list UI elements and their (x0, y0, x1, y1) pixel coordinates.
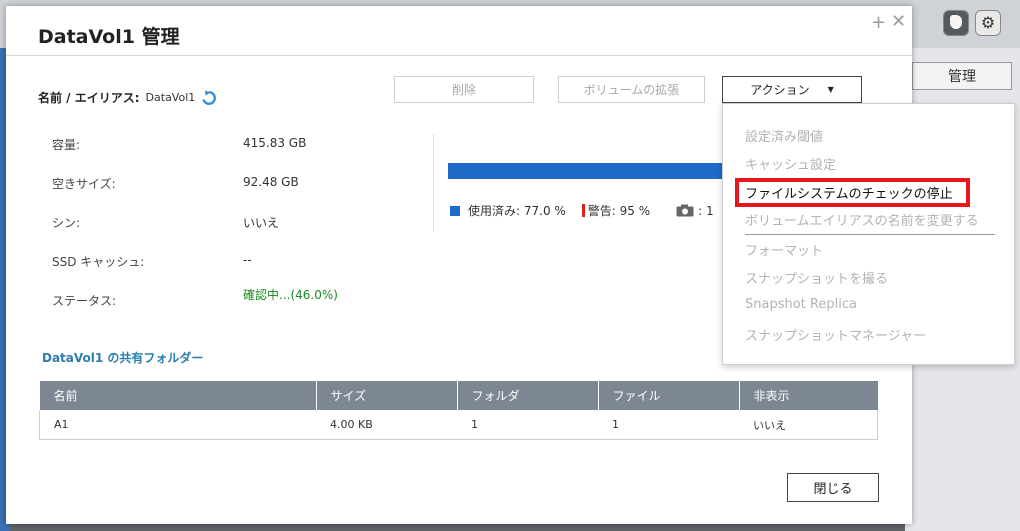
stats-divider (433, 134, 434, 232)
cell-files: 1 (598, 410, 739, 440)
menu-item-threshold[interactable]: 設定済み閾値 (745, 126, 823, 145)
ssd-cache-label: SSD キャッシュ: (52, 255, 145, 269)
used-swatch (450, 205, 460, 216)
column-folders[interactable]: フォルダ (457, 381, 599, 410)
cell-name: A1 (39, 410, 316, 440)
warning-legend-label: 警告: 95 % (587, 204, 651, 218)
background-manage-button[interactable]: 管理 (912, 62, 1012, 90)
snapshot-count: : 1 (698, 203, 714, 218)
menu-separator (745, 234, 995, 235)
thin-value: いいえ (243, 216, 280, 230)
ssd-cache-value: -- (243, 253, 252, 267)
chevron-down-icon: ▼ (827, 85, 834, 94)
used-legend-label: 使用済み: 77.0 % (468, 204, 566, 218)
shared-folder-title: DataVol1 の共有フォルダー (42, 351, 204, 365)
alias-value: DataVol1 (145, 91, 196, 104)
column-size[interactable]: サイズ (316, 381, 458, 410)
column-files[interactable]: ファイル (598, 381, 740, 410)
action-button-label: アクション (750, 83, 810, 97)
cell-folders: 1 (457, 410, 598, 440)
table-row[interactable]: A1 4.00 KB 1 1 いいえ (39, 410, 878, 440)
free-size-value: 92.48 GB (243, 175, 299, 189)
warning-swatch (581, 204, 585, 217)
camera-icon (676, 204, 694, 217)
status-value: 確認中...(46.0%) (243, 288, 338, 302)
close-button[interactable]: 閉じる (787, 473, 879, 502)
usage-bar (448, 163, 728, 179)
maximize-icon[interactable]: + (871, 12, 886, 33)
menu-item-cache-settings[interactable]: キャッシュ設定 (745, 154, 836, 173)
menu-item-format[interactable]: フォーマット (745, 240, 823, 259)
cell-size: 4.00 KB (316, 410, 457, 440)
capacity-label: 容量: (52, 138, 81, 152)
expand-volume-button[interactable]: ボリュームの拡張 (558, 76, 705, 103)
close-icon[interactable]: ✕ (891, 11, 906, 32)
capacity-value: 415.83 GB (243, 136, 307, 150)
alias-label: 名前 / エイリアス: (38, 91, 140, 105)
delete-button[interactable]: 削除 (394, 76, 534, 103)
free-size-label: 空きサイズ: (52, 177, 116, 191)
menu-item-snapshot-replica[interactable]: Snapshot Replica (745, 297, 857, 312)
gear-icon[interactable]: ⚙ (975, 10, 1001, 36)
table-header-row: 名前 サイズ フォルダ ファイル 非表示 (39, 381, 878, 410)
alias-row: 名前 / エイリアス: DataVol1 (38, 89, 217, 106)
status-label: ステータス: (52, 294, 117, 308)
shared-folder-table: 名前 サイズ フォルダ ファイル 非表示 A1 4.00 KB 1 1 いいえ (39, 381, 878, 440)
action-dropdown-button[interactable]: アクション ▼ (722, 76, 862, 103)
refresh-icon[interactable] (201, 90, 217, 106)
menu-item-snapshot-manager[interactable]: スナップショットマネージャー (745, 325, 926, 344)
app-icon[interactable] (943, 10, 969, 36)
header-divider (6, 55, 912, 56)
column-name[interactable]: 名前 (39, 381, 317, 410)
column-hidden[interactable]: 非表示 (739, 381, 878, 410)
action-menu: 設定済み閾値 キャッシュ設定 ファイルシステムのチェックの停止 ボリュームエイリ… (722, 103, 1015, 365)
menu-item-stop-fs-check[interactable]: ファイルシステムのチェックの停止 (745, 183, 953, 202)
menu-item-take-snapshot[interactable]: スナップショットを撮る (745, 268, 888, 287)
thin-label: シン: (52, 216, 81, 230)
cell-hidden: いいえ (739, 410, 878, 440)
usage-legend: 使用済み: 77.0 % 警告: 95 % : 1 (450, 202, 714, 219)
menu-item-rename-alias[interactable]: ボリュームエイリアスの名前を変更する (745, 210, 979, 229)
dialog-title: DataVol1 管理 (38, 26, 180, 48)
